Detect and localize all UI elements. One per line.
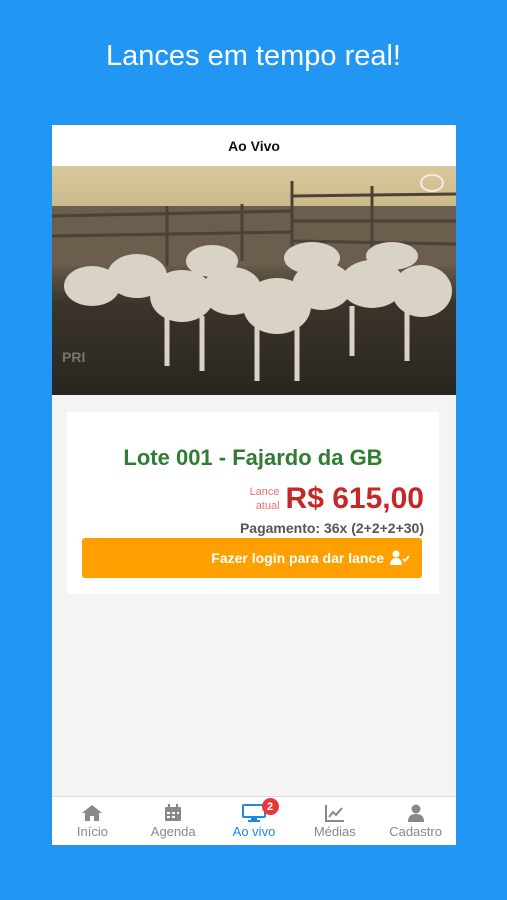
lot-card: Lote 001 - Fajardo da GB Lance atual R$ … — [67, 412, 439, 594]
lot-title: Lote 001 - Fajardo da GB — [123, 445, 383, 470]
home-icon — [82, 804, 103, 821]
live-video[interactable]: PRI — [52, 166, 456, 395]
promo-headline: Lances em tempo real! — [106, 40, 401, 72]
user-icon — [407, 804, 424, 822]
payment-terms: Pagamento: 36x (2+2+2+30) — [239, 520, 424, 536]
page-title: Ao Vivo — [228, 137, 280, 154]
tab-ao-vivo[interactable]: Ao vivo 2 — [214, 797, 295, 845]
bottom-nav: Início Agenda Ao vivo 2 Médias Cadastro — [52, 796, 456, 845]
current-bid: Lance atual R$ 615,00 — [250, 482, 424, 516]
login-to-bid-button[interactable]: Fazer login para dar lance — [82, 538, 422, 578]
tab-inicio[interactable]: Início — [52, 797, 133, 845]
phone-screen: Ao Vivo PRI Lote 001 - Fajardo da GB Lan… — [52, 125, 456, 845]
tab-medias[interactable]: Médias — [294, 797, 375, 845]
channel-logo-icon — [420, 174, 444, 192]
live-count-badge: 2 — [261, 798, 279, 815]
user-check-icon — [390, 550, 410, 565]
tab-agenda[interactable]: Agenda — [133, 797, 214, 845]
video-watermark: PRI — [62, 349, 86, 365]
tab-cadastro[interactable]: Cadastro — [375, 797, 456, 845]
bid-caption: Lance atual — [249, 486, 280, 512]
chart-icon — [324, 804, 344, 822]
cattle-scene — [52, 181, 456, 381]
calendar-icon — [165, 803, 182, 821]
bid-price: R$ 615,00 — [285, 482, 424, 515]
app-bar: Ao Vivo — [52, 125, 456, 166]
